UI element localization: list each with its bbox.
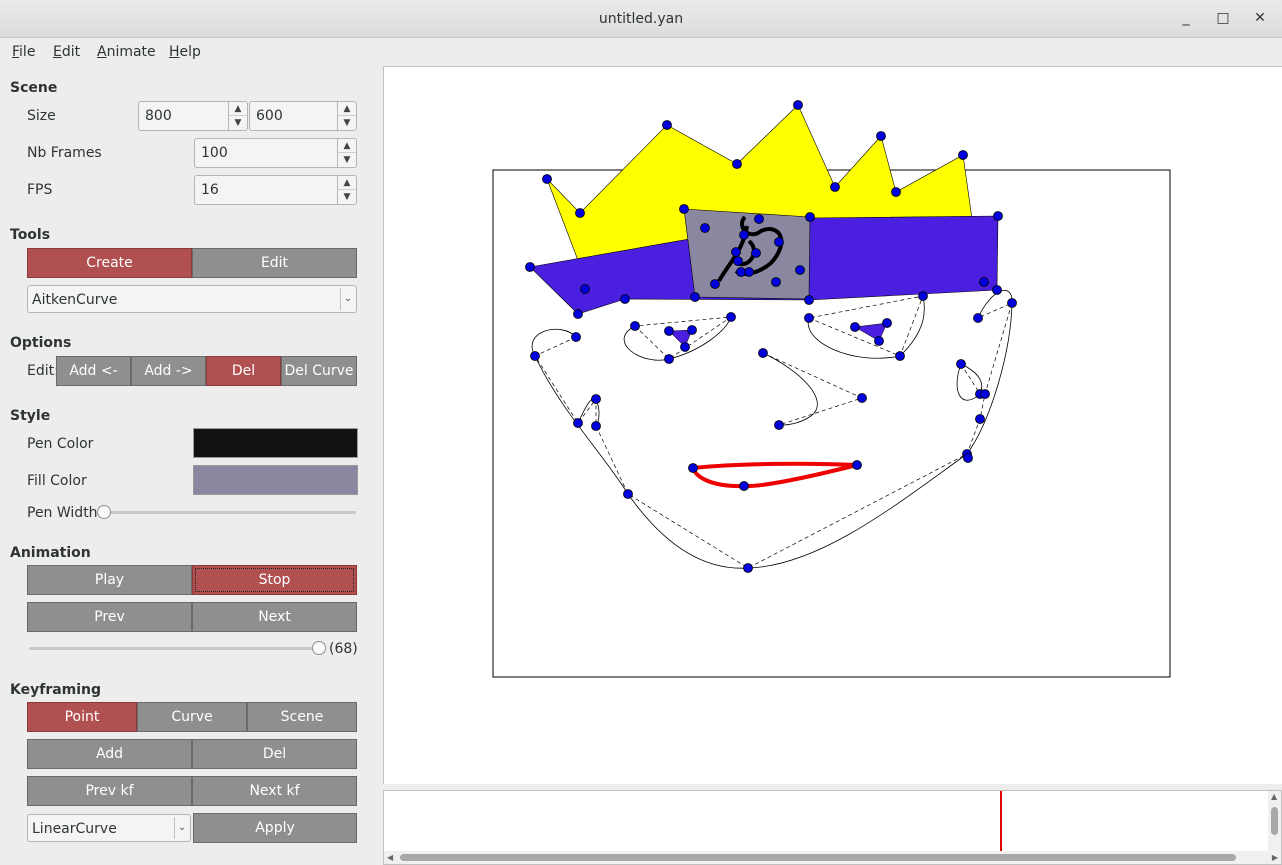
menu-help[interactable]: Help xyxy=(169,44,201,60)
prev-frame-button[interactable]: Prev xyxy=(27,602,192,632)
width-value: 800 xyxy=(145,108,172,124)
options-heading: Options xyxy=(10,335,72,351)
chevron-up-icon[interactable]: ▲ xyxy=(337,102,356,116)
minimize-icon[interactable]: _ xyxy=(1178,10,1194,26)
title-bar: untitled.yan _ □ ✕ xyxy=(0,0,1282,38)
create-button[interactable]: Create xyxy=(27,248,192,278)
kf-scene-button[interactable]: Scene xyxy=(247,702,357,732)
add-left-button[interactable]: Add <- xyxy=(56,356,131,386)
fill-color-swatch[interactable] xyxy=(193,465,358,495)
next-frame-button[interactable]: Next xyxy=(192,602,357,632)
pen-color-swatch[interactable] xyxy=(193,428,358,458)
prev-kf-button[interactable]: Prev kf xyxy=(27,776,192,806)
animation-heading: Animation xyxy=(10,545,91,561)
chevron-up-icon[interactable]: ▲ xyxy=(337,176,356,190)
chevron-down-icon: ⌄ xyxy=(174,817,189,839)
pen-width-label: Pen Width xyxy=(27,505,98,521)
height-spinbox[interactable]: 600 ▲ ▼ xyxy=(249,101,357,131)
fps-label: FPS xyxy=(27,182,53,198)
window-title: untitled.yan xyxy=(598,11,684,27)
scroll-right-icon[interactable]: ▶ xyxy=(1272,853,1278,862)
add-right-button[interactable]: Add -> xyxy=(131,356,206,386)
kf-point-button[interactable]: Point xyxy=(27,702,137,732)
horizontal-scroll-thumb[interactable] xyxy=(400,854,1236,861)
chevron-down-icon: ⌄ xyxy=(340,288,355,310)
scene-drawing[interactable] xyxy=(384,67,1282,784)
style-heading: Style xyxy=(10,408,51,424)
menu-animate[interactable]: Animate xyxy=(97,44,156,60)
width-spinbox[interactable]: 800 ▲ ▼ xyxy=(138,101,248,131)
frames-label: Nb Frames xyxy=(27,145,102,161)
chevron-up-icon[interactable]: ▲ xyxy=(337,139,356,153)
interpolation-value: LinearCurve xyxy=(32,821,117,837)
fps-value: 16 xyxy=(201,182,219,198)
stop-button[interactable]: Stop xyxy=(192,565,357,595)
menu-file[interactable]: File xyxy=(12,44,35,60)
interpolation-select[interactable]: LinearCurve ⌄ xyxy=(27,814,191,842)
chevron-down-icon[interactable]: ▼ xyxy=(337,189,356,204)
apply-button[interactable]: Apply xyxy=(193,813,357,843)
edit-tool-button[interactable]: Edit xyxy=(192,248,357,278)
tools-heading: Tools xyxy=(10,227,51,243)
pen-width-slider[interactable] xyxy=(97,505,111,519)
timeline-panel[interactable]: ▲ ◀ ▶ xyxy=(383,790,1282,865)
curve-type-value: AitkenCurve xyxy=(32,292,118,308)
next-kf-button[interactable]: Next kf xyxy=(192,776,357,806)
drawing-canvas[interactable] xyxy=(383,66,1282,784)
timeline-current-frame-marker[interactable] xyxy=(1000,791,1002,851)
frames-spinbox[interactable]: 100 ▲ ▼ xyxy=(194,138,357,168)
fill-color-label: Fill Color xyxy=(27,473,87,489)
edit-mode-label: Edit: xyxy=(27,363,59,379)
menu-edit[interactable]: Edit xyxy=(53,44,80,60)
timeline-vertical-scrollbar[interactable]: ▲ xyxy=(1268,791,1281,851)
curve-type-select[interactable]: AitkenCurve ⌄ xyxy=(27,285,357,313)
pen-width-track xyxy=(97,511,356,514)
kf-curve-button[interactable]: Curve xyxy=(137,702,247,732)
frames-value: 100 xyxy=(201,145,228,161)
vertical-scroll-thumb[interactable] xyxy=(1271,807,1278,835)
scroll-left-icon[interactable]: ◀ xyxy=(387,853,393,862)
frame-slider[interactable] xyxy=(312,641,326,655)
kf-add-button[interactable]: Add xyxy=(27,739,192,769)
menu-bar: File Edit Animate Help xyxy=(0,38,1282,66)
del-curve-button[interactable]: Del Curve xyxy=(281,356,357,386)
frame-track xyxy=(29,647,322,650)
chevron-down-icon[interactable]: ▼ xyxy=(337,115,356,130)
chevron-down-icon[interactable]: ▼ xyxy=(337,152,356,167)
height-value: 600 xyxy=(256,108,283,124)
maximize-icon[interactable]: □ xyxy=(1215,10,1231,26)
control-panel: Scene Size 800 ▲ ▼ 600 ▲ ▼ Nb Frames 100… xyxy=(0,66,382,865)
chevron-down-icon[interactable]: ▼ xyxy=(228,115,247,130)
gem-shape[interactable] xyxy=(683,208,811,300)
del-point-button[interactable]: Del xyxy=(206,356,281,386)
fps-spinbox[interactable]: 16 ▲ ▼ xyxy=(194,175,357,205)
scroll-up-icon[interactable]: ▲ xyxy=(1271,792,1277,801)
keyframing-heading: Keyframing xyxy=(10,682,102,698)
pen-color-label: Pen Color xyxy=(27,436,94,452)
close-icon[interactable]: ✕ xyxy=(1252,10,1268,26)
frame-value: (68) xyxy=(329,641,358,657)
timeline-horizontal-scrollbar[interactable]: ◀ ▶ xyxy=(384,851,1281,864)
play-button[interactable]: Play xyxy=(27,565,192,595)
size-label: Size xyxy=(27,108,56,124)
kf-del-button[interactable]: Del xyxy=(192,739,357,769)
scene-heading: Scene xyxy=(10,80,58,96)
chevron-up-icon[interactable]: ▲ xyxy=(228,102,247,116)
